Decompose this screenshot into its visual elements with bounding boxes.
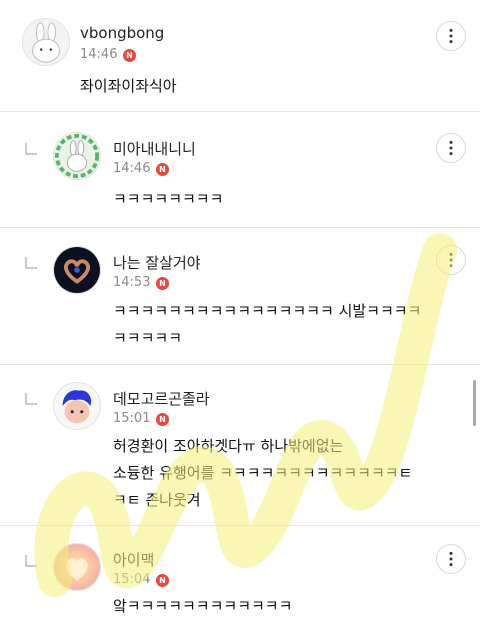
avatar[interactable]: [53, 132, 101, 180]
reply-arrow-icon: [25, 555, 37, 567]
avatar[interactable]: [22, 18, 70, 66]
new-badge: N: [156, 163, 169, 176]
timestamp: 14:46: [80, 47, 118, 62]
reply-arrow-icon: [25, 257, 37, 269]
comment-5: 아이맥 15:04 N 앜ㅋㅋㅋㅋㅋㅋㅋㅋㅋㅋㅋㅋ: [0, 526, 480, 634]
heart-hands-avatar-icon: [54, 247, 100, 293]
more-options-button[interactable]: [436, 133, 466, 163]
nickname[interactable]: 아이맥: [113, 549, 154, 570]
more-options-icon: [449, 252, 453, 268]
more-options-icon: [449, 28, 453, 44]
avatar[interactable]: [53, 382, 101, 430]
avatar[interactable]: [53, 543, 101, 591]
timestamp: 14:53: [113, 275, 151, 290]
rabbit-green-frame-avatar-icon: [54, 133, 100, 179]
comment-4: 데모고르곤졸라 15:01 N 허경환이 조아하겟다ㅠ 하나밖에없는 소듕한 유…: [0, 365, 480, 525]
nickname[interactable]: 미아내내니니: [113, 138, 196, 159]
blue-hair-character-avatar-icon: [54, 383, 100, 429]
new-badge: N: [156, 277, 169, 290]
comment-text: 허경환이 조아하겟다ㅠ 하나밖에없는 소듕한 유행어를 ㅋㅋㅋㅋㅋㅋㅋㅋㅋㅋㅋㅋ…: [113, 437, 413, 509]
more-options-button[interactable]: [436, 544, 466, 574]
more-options-icon: [449, 551, 453, 567]
more-options-icon: [449, 140, 453, 156]
comment-text: ㅋㅋㅋㅋㅋㅋㅋㅋ: [113, 190, 224, 208]
pastel-heart-avatar-icon: [54, 544, 100, 590]
reply-arrow-icon: [25, 143, 37, 155]
reply-arrow-icon: [25, 393, 37, 405]
timestamp: 15:01: [113, 411, 151, 426]
new-badge: N: [156, 413, 169, 426]
white-rabbit-avatar-icon: [23, 19, 69, 65]
avatar[interactable]: [53, 246, 101, 294]
nickname[interactable]: vbongbong: [80, 24, 164, 42]
comment-text: 좌이좌이좌식아: [80, 77, 177, 95]
comment-text: 앜ㅋㅋㅋㅋㅋㅋㅋㅋㅋㅋㅋㅋ: [113, 597, 293, 615]
timestamp: 15:04: [113, 572, 151, 587]
comment-2: 미아내내니니 14:46 N ㅋㅋㅋㅋㅋㅋㅋㅋ: [0, 112, 480, 227]
comment-3: 나는 잘살거야 14:53 N ㅋㅋㅋㅋㅋㅋㅋㅋㅋㅋㅋㅋㅋㅋㅋㅋ 시발ㅋㅋㅋㅋ …: [0, 228, 480, 364]
comment-text: ㅋㅋㅋㅋㅋㅋㅋㅋㅋㅋㅋㅋㅋㅋㅋㅋ 시발ㅋㅋㅋㅋ ㅋㅋㅋㅋㅋ: [113, 302, 422, 347]
nickname[interactable]: 나는 잘살거야: [113, 252, 201, 273]
more-options-button[interactable]: [436, 245, 466, 275]
scrollbar[interactable]: [473, 380, 476, 426]
new-badge: N: [156, 574, 169, 587]
timestamp: 14:46: [113, 161, 151, 176]
nickname[interactable]: 데모고르곤졸라: [113, 388, 210, 409]
new-badge: N: [123, 49, 136, 62]
comment-1: vbongbong 14:46 N 좌이좌이좌식아: [0, 0, 480, 110]
more-options-button[interactable]: [436, 21, 466, 51]
